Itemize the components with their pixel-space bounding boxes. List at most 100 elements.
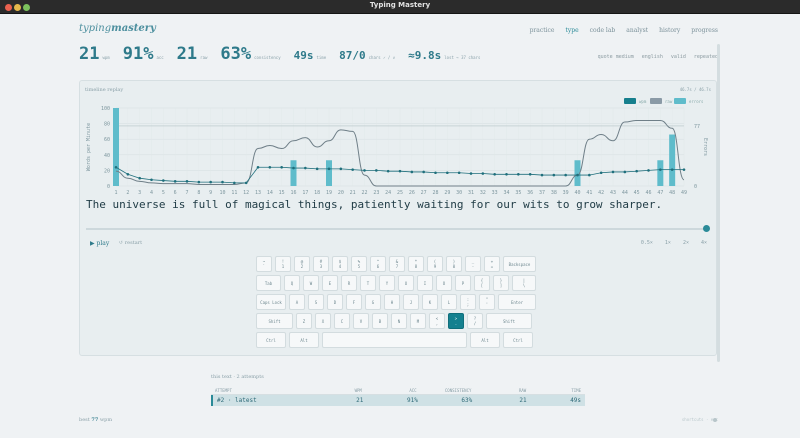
x-tick-label: 43: [610, 190, 616, 196]
key[interactable]: + =: [484, 256, 500, 272]
key[interactable]: Ctrl: [256, 332, 286, 348]
wpm-point: [540, 173, 544, 177]
key[interactable]: Shift: [486, 313, 532, 329]
key[interactable]: V: [353, 313, 369, 329]
key[interactable]: C: [334, 313, 350, 329]
replay-scrubber-track[interactable]: [86, 228, 708, 230]
key[interactable]: [322, 332, 467, 348]
key[interactable]: B: [372, 313, 388, 329]
stat-5: 87/0 chars ✓ / ✗: [339, 49, 395, 62]
keyboard-row: Tab Q W E R T Y U I O P {[}] | \: [256, 275, 541, 291]
stat-6: ≈9.8s lost → 37 chars: [408, 49, 480, 62]
speed-option[interactable]: 4×: [701, 240, 707, 246]
key-label: S: [314, 299, 318, 305]
key[interactable]: Enter: [498, 294, 536, 310]
app-logo[interactable]: typingmastery: [79, 23, 156, 34]
key-label: Alt: [300, 337, 308, 343]
key[interactable]: S: [308, 294, 324, 310]
key[interactable]: Alt: [470, 332, 500, 348]
wpm-point: [647, 169, 650, 172]
key[interactable]: Alt: [289, 332, 319, 348]
key[interactable]: M: [410, 313, 426, 329]
key[interactable]: _ -: [465, 256, 481, 272]
nav-analyst[interactable]: analyst: [626, 27, 648, 34]
replay-scrubber-handle[interactable]: [703, 225, 710, 232]
speed-option[interactable]: 1×: [665, 240, 671, 246]
wpm-point: [493, 173, 496, 176]
x-tick-label: 26: [409, 190, 415, 196]
key[interactable]: N: [391, 313, 407, 329]
settings-dot-icon[interactable]: [713, 418, 717, 422]
nav-history[interactable]: history: [659, 27, 680, 34]
key[interactable]: D: [327, 294, 343, 310]
key[interactable]: Shift: [256, 313, 293, 329]
key[interactable]: }]: [493, 275, 509, 291]
table-row[interactable]: #2 · latest 21 91% 63% 21 49s: [211, 395, 585, 406]
key[interactable]: {[: [474, 275, 490, 291]
wpm-point: [304, 166, 307, 170]
key[interactable]: E: [322, 275, 338, 291]
wpm-point: [422, 170, 425, 174]
key[interactable]: >.: [448, 313, 464, 329]
key[interactable]: J: [403, 294, 419, 310]
key[interactable]: Caps Lock: [256, 294, 286, 310]
page-scrollbar[interactable]: [717, 44, 720, 362]
key[interactable]: (9: [427, 256, 443, 272]
key[interactable]: ^ 6: [370, 256, 386, 272]
key[interactable]: H: [384, 294, 400, 310]
key-label: Z: [302, 318, 306, 324]
nav-practice[interactable]: practice: [530, 27, 555, 34]
key[interactable]: Tab: [256, 275, 281, 291]
key[interactable]: | \: [512, 275, 536, 291]
key[interactable]: ) 0: [446, 256, 462, 272]
main-nav: practice type code lab analyst history progre…: [530, 27, 718, 34]
key[interactable]: <,: [429, 313, 445, 329]
key[interactable]: F: [346, 294, 362, 310]
key[interactable]: L: [441, 294, 457, 310]
key[interactable]: ! 1: [275, 256, 291, 272]
key[interactable]: Y: [379, 275, 395, 291]
key[interactable]: I: [417, 275, 433, 291]
key[interactable]: T: [360, 275, 376, 291]
key[interactable]: @2: [294, 256, 310, 272]
speed-option[interactable]: 0.5×: [641, 240, 653, 246]
key[interactable]: Backspace: [503, 256, 536, 272]
x-tick-label: 16: [290, 190, 296, 196]
key[interactable]: $4: [332, 256, 348, 272]
x-tick-label: 6: [174, 190, 177, 196]
tag: quote medium: [597, 54, 634, 60]
key[interactable]: ~ `: [256, 256, 272, 272]
key[interactable]: P: [455, 275, 471, 291]
key[interactable]: W: [303, 275, 319, 291]
key[interactable]: R: [341, 275, 357, 291]
play-button[interactable]: ▶ play: [90, 240, 109, 247]
key[interactable]: U: [398, 275, 414, 291]
speed-option[interactable]: 2×: [683, 240, 689, 246]
restart-button[interactable]: ↺ restart: [119, 240, 142, 246]
nav-code-lab[interactable]: code lab: [590, 27, 616, 34]
key[interactable]: % 5: [351, 256, 367, 272]
x-tick-label: 5: [162, 190, 165, 196]
key[interactable]: :;: [460, 294, 476, 310]
key[interactable]: ? /: [467, 313, 483, 329]
wpm-point: [588, 173, 591, 177]
key[interactable]: & 7: [389, 256, 405, 272]
key-label: Backspace: [508, 261, 531, 267]
key[interactable]: " ': [479, 294, 495, 310]
error-bar: [326, 160, 332, 186]
key[interactable]: * 8: [408, 256, 424, 272]
key[interactable]: Ctrl: [503, 332, 533, 348]
nav-progress[interactable]: progress: [691, 27, 718, 34]
key[interactable]: K: [422, 294, 438, 310]
key[interactable]: #3: [313, 256, 329, 272]
wpm-point: [375, 169, 378, 172]
key[interactable]: X: [315, 313, 331, 329]
key[interactable]: G: [365, 294, 381, 310]
x-tick-label: 13: [255, 190, 261, 196]
key[interactable]: O: [436, 275, 452, 291]
key[interactable]: Z: [296, 313, 312, 329]
key[interactable]: Q: [284, 275, 300, 291]
nav-type[interactable]: type: [565, 27, 578, 34]
key[interactable]: A: [289, 294, 305, 310]
x-tick-label: 36: [527, 190, 533, 196]
